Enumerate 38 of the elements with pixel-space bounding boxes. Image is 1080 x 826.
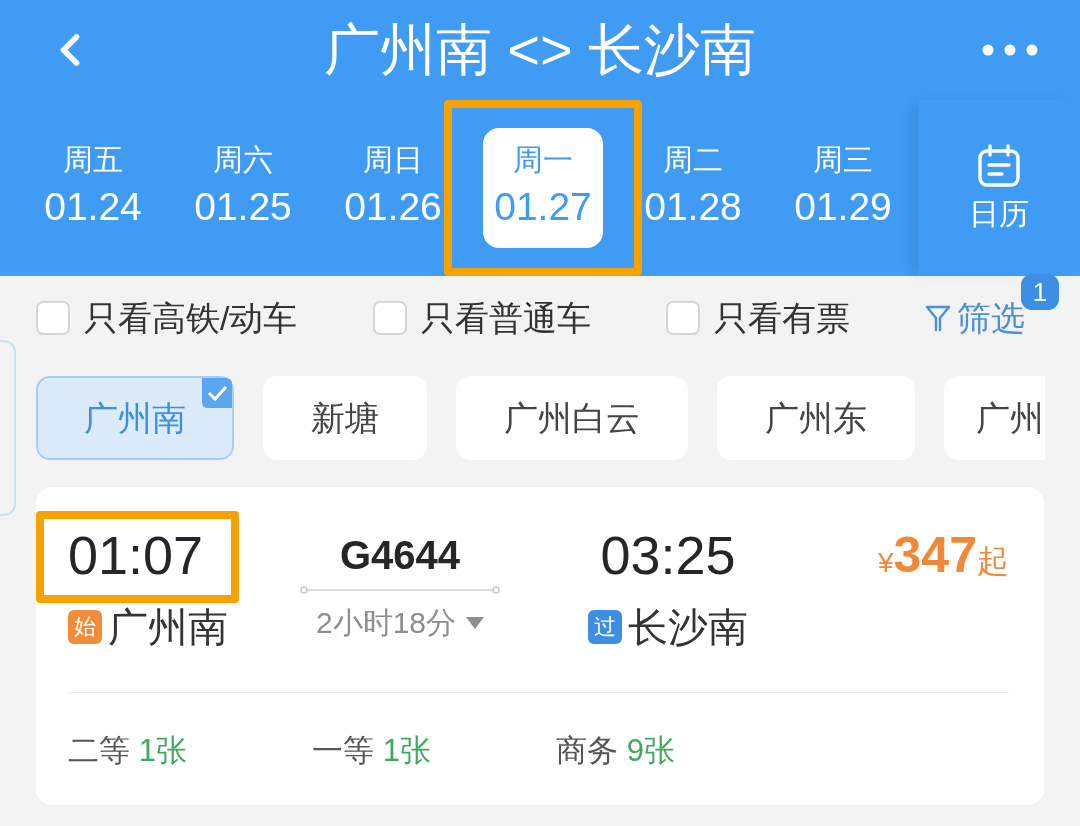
seat-availability: 商务 9张: [556, 732, 676, 770]
station-chip[interactable]: 广州: [944, 376, 1045, 460]
station-chip[interactable]: 广州南: [36, 376, 234, 460]
filter-label[interactable]: 只看普通车: [420, 298, 591, 338]
station-chip[interactable]: 广州东: [717, 376, 915, 460]
filter-label[interactable]: 只看高铁/动车: [84, 298, 298, 338]
check-icon: [202, 378, 232, 408]
calendar-icon: [977, 144, 1021, 188]
route-title: 广州南 <> 长沙南: [323, 18, 757, 82]
caret-down-icon[interactable]: [466, 617, 485, 629]
checkbox[interactable]: [372, 301, 407, 335]
checkbox[interactable]: [665, 301, 700, 335]
date-tab[interactable]: 周二 01.28: [618, 128, 768, 248]
station-chip[interactable]: 新塘: [263, 376, 427, 460]
arrival-time: 03:25: [600, 525, 736, 585]
departure-station: 广州南: [108, 607, 228, 647]
arrival-station: 长沙南: [628, 607, 748, 647]
train-card[interactable]: 01:07 始 广州南 G4644 2小时18分 03:25 过 长沙南 ¥347起 二等 1张 一等 1张 商务 9张: [36, 487, 1044, 805]
filter-label[interactable]: 只看有票: [713, 298, 850, 338]
ticket-price: ¥347起: [878, 526, 1009, 585]
more-icon: [982, 44, 1038, 56]
station-chip[interactable]: 广州白云: [456, 376, 688, 460]
seat-availability: 一等 1张: [312, 732, 432, 770]
date-tab[interactable]: 周六 01.25: [168, 128, 318, 248]
date-tab[interactable]: 周五 01.24: [18, 128, 168, 248]
train-number: G4644: [339, 532, 461, 579]
date-tab[interactable]: 周一 01.27: [483, 128, 603, 248]
seat-availability: 二等 1张: [68, 732, 188, 770]
checkbox[interactable]: [36, 301, 70, 335]
filter-icon: [924, 304, 951, 332]
station-tag: 始: [68, 610, 102, 644]
departure-time: 01:07: [68, 525, 204, 585]
date-tab[interactable]: 周日 01.26: [318, 128, 468, 248]
calendar-button[interactable]: 日历: [918, 128, 1080, 248]
station-tag: 过: [588, 610, 622, 644]
trip-duration: 2小时18分: [315, 605, 457, 641]
date-tab[interactable]: 周三 01.29: [768, 128, 918, 248]
side-tab[interactable]: [0, 340, 16, 516]
